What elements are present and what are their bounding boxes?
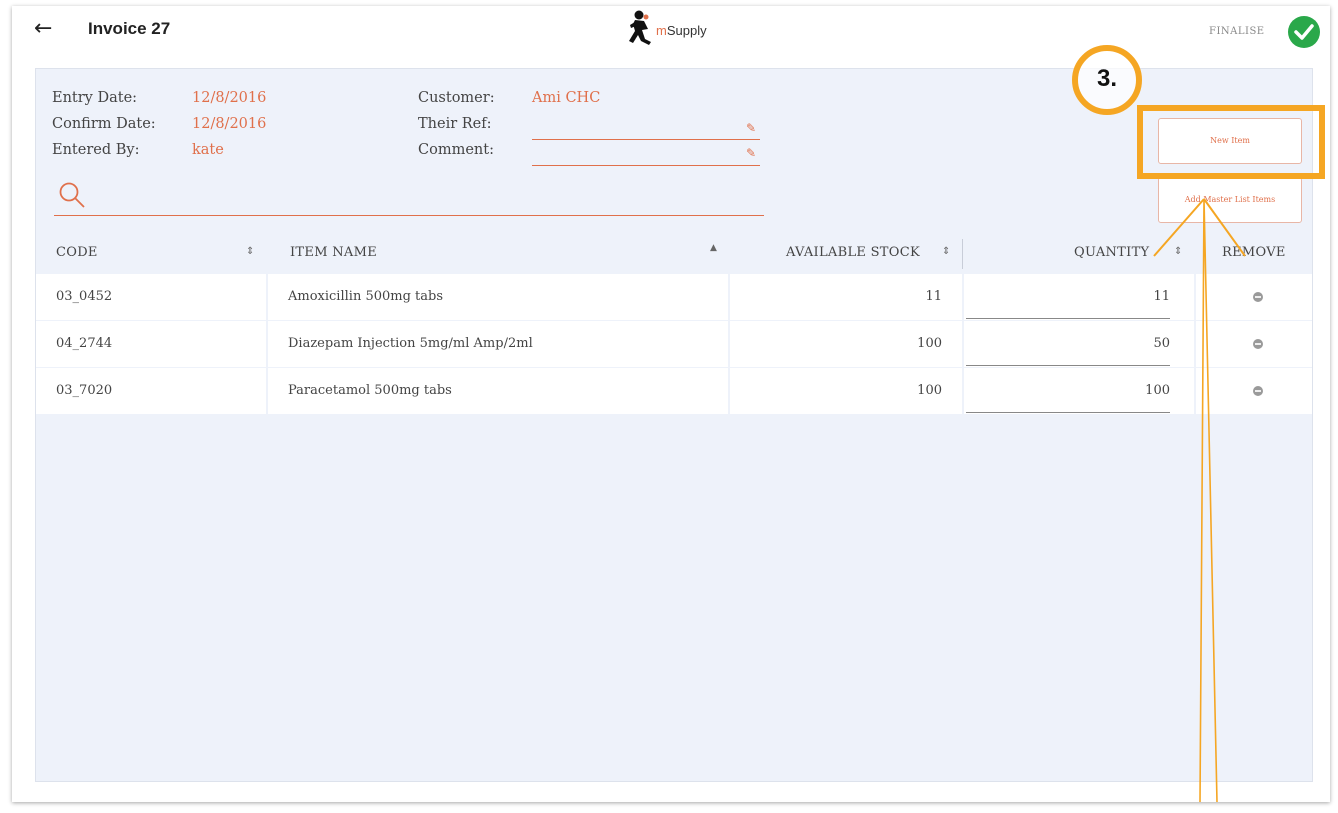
row-divider (728, 368, 730, 414)
logo-text: mSupply (656, 23, 707, 38)
entry-date-label: Entry Date: (52, 90, 138, 106)
table-row[interactable]: 03_7020 Paracetamol 500mg tabs 100 100 (36, 368, 1312, 414)
row-divider (266, 368, 268, 414)
search-input[interactable] (54, 215, 764, 216)
row-divider (728, 274, 730, 320)
remove-row-icon[interactable] (1253, 339, 1263, 349)
comment-label: Comment: (418, 142, 494, 158)
item-name: Paracetamol 500mg tabs (288, 383, 452, 398)
confirm-date-label: Confirm Date: (52, 116, 156, 132)
entry-date-value: 12/8/2016 (192, 90, 267, 106)
item-code: 03_7020 (56, 383, 113, 398)
sort-quantity-icon[interactable]: ⇕ (1174, 246, 1182, 257)
column-header-item-name[interactable]: ITEM NAME (290, 233, 377, 273)
edit-comment-pencil-icon[interactable]: ✎ (746, 146, 756, 160)
page-title: Invoice 27 (88, 19, 171, 38)
entered-by-value: kate (192, 142, 224, 158)
finalise-label[interactable]: FINALISE (1209, 26, 1265, 37)
table-row[interactable]: 04_2744 Diazepam Injection 5mg/ml Amp/2m… (36, 321, 1312, 367)
remove-row-icon[interactable] (1253, 386, 1263, 396)
search-icon[interactable] (58, 181, 86, 209)
invoice-panel: Entry Date: 12/8/2016 Confirm Date: 12/8… (35, 45, 1325, 782)
add-master-list-items-button[interactable]: Add Master List Items (1158, 177, 1302, 223)
quantity-input[interactable]: 100 (966, 368, 1170, 414)
sort-code-icon[interactable]: ⇕ (246, 246, 254, 257)
item-code: 04_2744 (56, 336, 113, 351)
msupply-logo: mSupply (626, 9, 726, 49)
row-divider (962, 321, 964, 367)
step-callout: 3. (1072, 45, 1142, 115)
app-frame: ← Invoice 27 mSupply FINALISE Entry Date… (12, 6, 1330, 802)
column-header-available-stock[interactable]: AVAILABLE STOCK (786, 233, 920, 273)
entered-by-label: Entered By: (52, 142, 140, 158)
their-ref-underline (532, 139, 760, 140)
available-stock: 100 (917, 383, 942, 398)
item-name: Diazepam Injection 5mg/ml Amp/2ml (288, 336, 533, 351)
highlight-box (1137, 105, 1325, 179)
back-arrow-icon[interactable]: ← (34, 16, 52, 41)
customer-value[interactable]: Ami CHC (532, 90, 600, 106)
row-divider (728, 321, 730, 367)
confirm-date-value: 12/8/2016 (192, 116, 267, 132)
table-row[interactable]: 03_0452 Amoxicillin 500mg tabs 11 11 (36, 274, 1312, 320)
quantity-underline (966, 412, 1170, 413)
quantity-underline (966, 365, 1170, 366)
top-bar: ← Invoice 27 mSupply FINALISE (12, 6, 1330, 58)
available-stock: 100 (917, 336, 942, 351)
row-divider (962, 368, 964, 414)
available-stock: 11 (925, 289, 942, 304)
row-divider (1194, 274, 1196, 320)
sort-ascending-icon[interactable]: ▲ (710, 243, 717, 253)
finalise-check-icon[interactable] (1288, 16, 1320, 48)
sort-stock-icon[interactable]: ⇕ (942, 246, 950, 257)
item-name: Amoxicillin 500mg tabs (288, 289, 444, 304)
runner-logo-icon (629, 10, 651, 45)
edit-their-ref-pencil-icon[interactable]: ✎ (746, 121, 756, 135)
column-header-quantity[interactable]: QUANTITY (1074, 233, 1149, 273)
quantity-input[interactable]: 50 (966, 321, 1170, 367)
comment-underline (532, 165, 760, 166)
their-ref-label: Their Ref: (418, 116, 492, 132)
table-header: CODE ⇕ ITEM NAME ▲ AVAILABLE STOCK ⇕ QUA… (36, 233, 1312, 273)
row-divider (266, 321, 268, 367)
item-code: 03_0452 (56, 289, 113, 304)
column-divider (962, 239, 963, 269)
quantity-input[interactable]: 11 (966, 274, 1170, 320)
row-divider (1194, 321, 1196, 367)
quantity-underline (966, 318, 1170, 319)
row-divider (1194, 368, 1196, 414)
column-header-remove: REMOVE (1222, 245, 1286, 260)
remove-row-icon[interactable] (1253, 292, 1263, 302)
row-divider (962, 274, 964, 320)
step-number: 3. (1096, 65, 1117, 92)
row-divider (266, 274, 268, 320)
customer-label: Customer: (418, 90, 495, 106)
column-header-code[interactable]: CODE (56, 233, 98, 273)
